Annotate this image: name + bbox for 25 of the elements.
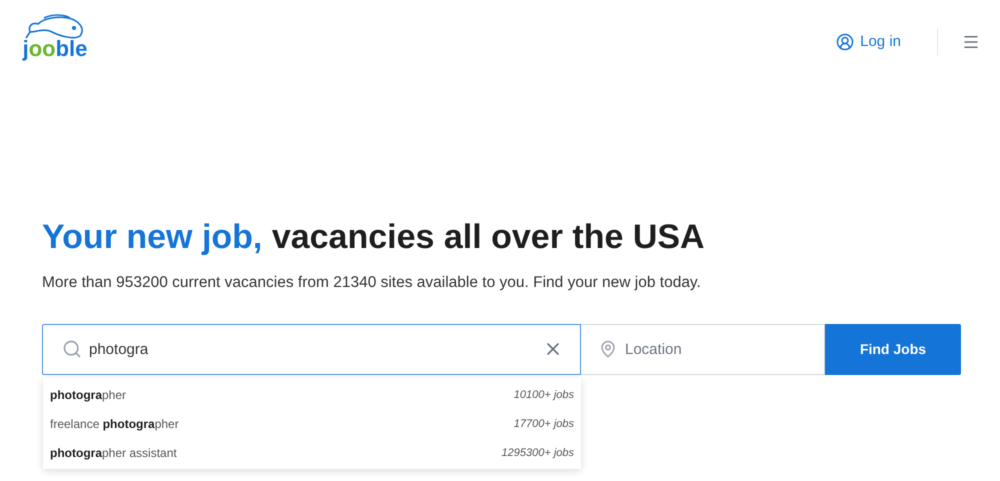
rabbit-icon <box>24 14 86 40</box>
logo[interactable]: jooble <box>22 14 88 60</box>
logo-text: j <box>22 38 29 60</box>
logo-text: ble <box>56 38 88 60</box>
location-field[interactable]: Location <box>581 324 825 376</box>
suggestion-text: photographer <box>50 386 126 404</box>
logo-text: oo <box>28 38 56 60</box>
find-jobs-button[interactable]: Find Jobs <box>825 324 961 376</box>
search-field[interactable]: photogra <box>42 324 581 376</box>
pin-icon <box>599 340 617 358</box>
headline: Your new job, vacancies all over the USA <box>42 217 706 257</box>
suggestion-item[interactable]: photographer assistant 1295300+ jobs <box>43 438 581 468</box>
suggestion-item[interactable]: photographer 10100+ jobs <box>43 380 581 410</box>
job-count: 1295300+ jobs <box>502 446 574 460</box>
job-count: 10100+ jobs <box>514 388 574 402</box>
search-icon <box>62 339 82 360</box>
login-button[interactable]: Log in <box>836 30 901 54</box>
job-count: 17700+ jobs <box>514 416 574 432</box>
user-icon <box>836 33 854 51</box>
menu-icon <box>962 33 980 51</box>
suggestion-text: photographer assistant <box>50 444 177 462</box>
suggestion-item[interactable]: freelance photographer 17700+ jobs <box>43 409 581 438</box>
menu-button[interactable] <box>962 33 980 51</box>
suggestion-text: freelance photographer <box>50 416 179 433</box>
subtitle: More than 953200 current vacancies from 21340 sites available to you. Find your new job today. <box>42 273 702 293</box>
